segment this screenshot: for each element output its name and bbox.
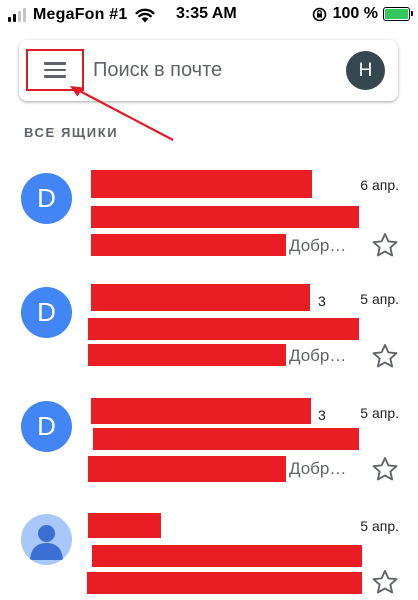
- redacted-sender: [91, 170, 312, 198]
- star-icon[interactable]: [371, 568, 399, 596]
- email-snippet: Добр…: [289, 236, 347, 255]
- hamburger-menu-icon-line: [44, 75, 66, 78]
- redacted-preview: [91, 234, 286, 256]
- carrier-group: MegaFon #1: [8, 6, 156, 24]
- email-date: 6 апр.: [360, 177, 399, 193]
- search-input[interactable]: Поиск в почте: [93, 59, 222, 82]
- redacted-preview: [88, 344, 286, 366]
- hamburger-menu-button[interactable]: [26, 49, 84, 91]
- battery-group: 100 %: [312, 5, 413, 23]
- redacted-preview: [87, 572, 362, 594]
- redacted-preview: [88, 456, 286, 482]
- email-row[interactable]: D 6 апр. Добр…: [0, 170, 418, 283]
- redacted-subject: [92, 545, 362, 567]
- person-icon: [30, 525, 63, 560]
- section-title: ВСЕ ЯЩИКИ: [24, 125, 119, 140]
- default-person-avatar: [21, 514, 72, 565]
- sender-avatar: D: [21, 401, 72, 452]
- star-icon[interactable]: [371, 342, 399, 370]
- redacted-sender: [91, 398, 311, 424]
- sender-avatar: D: [21, 173, 72, 224]
- sender-avatar: D: [21, 287, 72, 338]
- clock: 3:35 AM: [176, 5, 237, 22]
- thread-count: 3: [318, 407, 326, 423]
- email-date: 5 апр.: [360, 405, 399, 421]
- star-icon[interactable]: [371, 455, 399, 483]
- redacted-sender: [88, 513, 161, 538]
- email-date: 5 апр.: [360, 518, 399, 534]
- email-snippet: Добр…: [289, 346, 347, 365]
- battery-percent: 100 %: [332, 5, 378, 22]
- rotation-lock-icon: [312, 7, 326, 21]
- wifi-icon: [135, 8, 156, 23]
- hamburger-menu-icon-line: [44, 68, 66, 72]
- signal-strength-icon: [8, 8, 26, 22]
- redacted-subject: [93, 428, 359, 450]
- email-row[interactable]: D 3 5 апр. Добр…: [0, 284, 418, 397]
- hamburger-menu-icon-line: [44, 62, 66, 65]
- battery-level-fill: [385, 9, 408, 19]
- account-avatar[interactable]: H: [346, 51, 385, 90]
- email-row[interactable]: D 3 5 апр. Добр…: [0, 398, 418, 511]
- email-snippet: Добр…: [289, 459, 347, 478]
- redacted-subject: [88, 318, 359, 340]
- thread-count: 3: [318, 293, 326, 309]
- search-bar[interactable]: Поиск в почте H: [19, 40, 398, 101]
- carrier-name: MegaFon #1: [33, 6, 128, 23]
- redacted-sender: [91, 284, 310, 311]
- email-date: 5 апр.: [360, 291, 399, 307]
- battery-icon: [383, 7, 413, 21]
- email-row[interactable]: 5 апр.: [0, 513, 418, 600]
- redacted-subject: [91, 206, 359, 228]
- status-bar: MegaFon #1 3:35 AM 100 %: [0, 0, 418, 30]
- star-icon[interactable]: [371, 231, 399, 259]
